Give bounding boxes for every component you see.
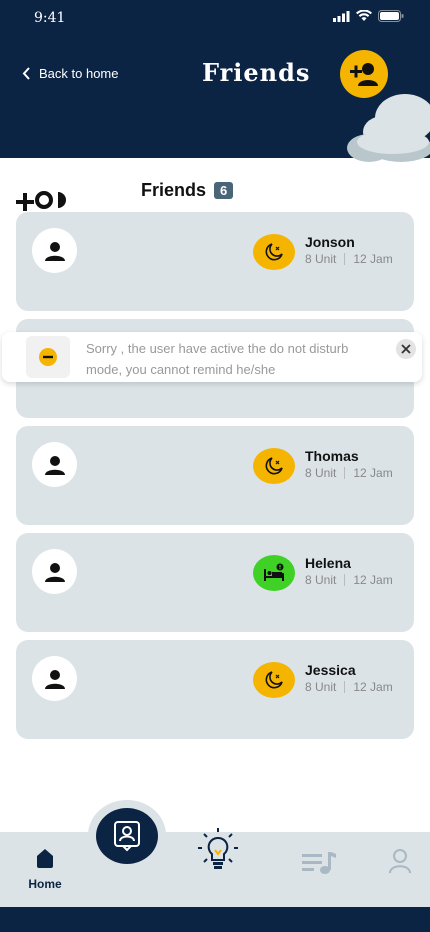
friend-name: Thomas (305, 448, 359, 464)
friend-card-thomas[interactable]: Thomas 8 Unit 12 Jam (16, 426, 414, 525)
toast-message: Sorry , the user have active the do not … (86, 341, 349, 377)
battery-icon (378, 10, 404, 22)
page-title: Friends (202, 58, 311, 87)
nav-profile-card-button[interactable] (96, 808, 158, 864)
status-icons (333, 10, 404, 22)
avatar (32, 442, 77, 487)
user-icon (44, 455, 65, 475)
playlist-icon (302, 852, 336, 874)
bed-icon (264, 563, 284, 581)
avatar (32, 228, 77, 273)
back-label: Back to home (39, 66, 119, 81)
friend-meta: 8 Unit 12 Jam (305, 573, 393, 587)
divider (344, 681, 346, 693)
friend-name: Helena (305, 555, 351, 571)
back-to-home-link[interactable]: Back to home (22, 66, 119, 81)
friend-time: 12 Jam (353, 466, 393, 480)
friend-card-jonson[interactable]: Jonson 8 Unit 12 Jam (16, 212, 414, 311)
divider (344, 467, 346, 479)
nav-ideas[interactable] (196, 826, 240, 881)
friend-count-badge: 6 (214, 182, 234, 199)
do-not-disturb-toast: Sorry , the user have active the do not … (2, 332, 422, 382)
friend-time: 12 Jam (353, 252, 393, 266)
section-title: Friends (141, 180, 207, 200)
friend-meta: 8 Unit 12 Jam (305, 680, 393, 694)
do-not-disturb-icon (253, 234, 295, 270)
user-outline-icon (389, 849, 411, 874)
nav-home[interactable]: Home (26, 848, 64, 891)
add-user-icon (350, 63, 378, 86)
wifi-icon (356, 10, 372, 21)
do-not-disturb-icon (253, 662, 295, 698)
do-not-disturb-icon (253, 448, 295, 484)
friend-time: 12 Jam (353, 573, 393, 587)
divider (344, 574, 346, 586)
moon-icon (265, 457, 283, 475)
friend-units: 8 Unit (305, 252, 337, 266)
user-icon (44, 562, 65, 582)
avatar (32, 549, 77, 594)
nav-playlist[interactable] (301, 850, 337, 881)
home-icon (37, 849, 53, 868)
close-icon (401, 344, 411, 354)
logo-icon (16, 191, 66, 211)
lightbulb-icon (198, 828, 238, 869)
friend-meta: 8 Unit 12 Jam (305, 466, 393, 480)
status-bar: 9:41 (0, 0, 430, 36)
id-badge-icon (114, 821, 140, 852)
friend-units: 8 Unit (305, 466, 337, 480)
friend-name: Jessica (305, 662, 356, 678)
friend-units: 8 Unit (305, 573, 337, 587)
user-icon (44, 241, 65, 261)
signal-icon (333, 10, 350, 22)
nav-home-label: Home (28, 877, 62, 891)
toast-close-button[interactable] (396, 339, 416, 359)
friend-units: 8 Unit (305, 680, 337, 694)
sleeping-icon (253, 555, 295, 591)
friend-name: Jonson (305, 234, 355, 250)
moon-icon (265, 671, 283, 689)
divider (344, 253, 346, 265)
friend-meta: 8 Unit 12 Jam (305, 252, 393, 266)
user-icon (44, 669, 65, 689)
avatar (32, 656, 77, 701)
moon-icon (265, 243, 283, 261)
friend-card-jessica[interactable]: Jessica 8 Unit 12 Jam (16, 640, 414, 739)
cloud-icon (347, 94, 430, 162)
friend-time: 12 Jam (353, 680, 393, 694)
nav-profile[interactable] (388, 848, 412, 879)
status-time: 9:41 (34, 10, 66, 26)
friends-section-title: Friends 6 (141, 180, 234, 201)
bottom-nav: Home (0, 800, 430, 907)
toast-icon-box (26, 336, 70, 378)
friend-card-helena[interactable]: Helena 8 Unit 12 Jam (16, 533, 414, 632)
minus-circle-icon (39, 348, 57, 366)
chevron-left-icon (22, 67, 30, 80)
